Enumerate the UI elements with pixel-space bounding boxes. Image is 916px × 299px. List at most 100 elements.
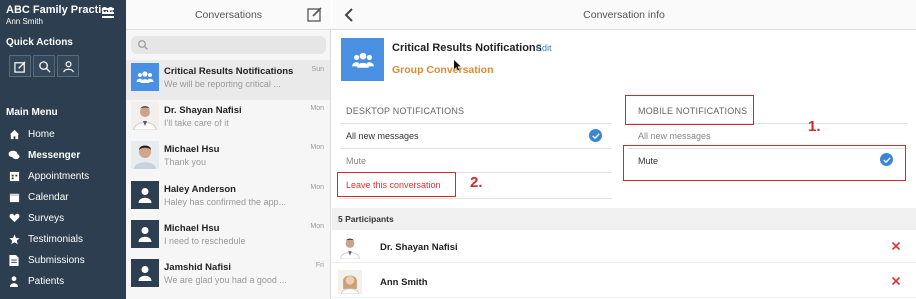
close-icon xyxy=(891,241,901,251)
star-icon xyxy=(8,233,20,245)
document-icon xyxy=(8,254,20,266)
conversation-name: Dr. Shayan Nafisi xyxy=(164,105,242,116)
divider xyxy=(340,123,612,124)
checkmark-icon xyxy=(589,129,602,142)
menu-item-label: Messenger xyxy=(28,149,81,161)
person-icon xyxy=(131,220,159,248)
participants-header: 5 Participants xyxy=(332,208,916,230)
conversation-preview: We will be reporting critical ... xyxy=(164,79,281,89)
group-avatar-icon xyxy=(341,38,384,81)
mobile-all-messages-option[interactable]: All new messages xyxy=(638,131,711,141)
menu-item-appointments[interactable]: Appointments xyxy=(8,166,89,186)
conversation-preview: Haley has confirmed the app... xyxy=(164,197,287,207)
conversation-time: Mon xyxy=(310,144,324,151)
menu-item-calendar[interactable]: Calendar xyxy=(8,187,69,207)
participant-name: Dr. Shayan Nafisi xyxy=(380,242,458,253)
conversation-name: Jamshid Nafisi xyxy=(164,262,232,273)
conversation-preview: I'll take care of it xyxy=(164,118,229,128)
conversation-info-header: Conversation info xyxy=(332,0,916,30)
compose-icon xyxy=(307,7,322,22)
conversations-header: Conversations xyxy=(126,0,331,30)
conversation-item[interactable]: Michael Hsu Thank you Mon xyxy=(126,138,330,178)
menu-item-messenger[interactable]: Messenger xyxy=(8,145,80,165)
hamburger-menu-icon[interactable] xyxy=(102,8,114,18)
menu-item-label: Patients xyxy=(28,275,65,287)
home-icon xyxy=(8,128,20,140)
chat-icon xyxy=(8,149,20,161)
desktop-notifications-heading: DESKTOP NOTIFICATIONS xyxy=(346,106,465,116)
group-avatar-icon xyxy=(131,63,159,91)
quick-actions-title: Quick Actions xyxy=(6,37,73,48)
menu-item-label: Calendar xyxy=(28,191,69,203)
conversation-preview: I need to reschedule xyxy=(164,236,246,246)
conversation-item[interactable]: Dr. Shayan Nafisi I'll take care of it M… xyxy=(126,99,330,139)
avatar xyxy=(338,270,362,294)
conversation-search-input[interactable] xyxy=(131,36,326,54)
person-icon xyxy=(131,181,159,209)
menu-item-label: Surveys xyxy=(28,212,65,224)
menu-item-label: Appointments xyxy=(28,170,90,182)
mouse-cursor-icon xyxy=(454,60,461,71)
menu-item-testimonials[interactable]: Testimonials xyxy=(8,229,83,249)
conversation-time: Mon xyxy=(310,105,324,112)
edit-group-link[interactable]: Edit xyxy=(536,43,552,53)
menu-item-label: Home xyxy=(28,128,55,140)
brand-user: Ann Smith xyxy=(6,17,43,26)
participant-row[interactable]: Ann Smith xyxy=(332,267,916,298)
close-icon xyxy=(891,276,901,286)
participant-name: Ann Smith xyxy=(380,277,428,288)
conversation-item[interactable]: Michael Hsu I need to reschedule Mon xyxy=(126,217,330,257)
menu-item-surveys[interactable]: Surveys xyxy=(8,208,64,228)
person-icon xyxy=(8,275,20,287)
menu-item-label: Submissions xyxy=(28,254,85,266)
brand: ABC Family Practice Ann Smith xyxy=(6,4,114,27)
mobile-mute-highlight xyxy=(623,145,906,181)
quick-compose-button[interactable] xyxy=(9,55,31,77)
participant-row[interactable]: Dr. Shayan Nafisi xyxy=(332,232,916,263)
main-menu-title: Main Menu xyxy=(6,107,58,118)
conversation-info-title: Conversation info xyxy=(583,9,665,21)
group-type-label: Group Conversation xyxy=(392,64,494,76)
conversation-name: Critical Results Notifications xyxy=(164,66,294,77)
brand-title: ABC Family Practice xyxy=(6,4,114,16)
mobile-heading-highlight xyxy=(625,95,754,125)
menu-item-home[interactable]: Home xyxy=(8,124,55,144)
divider xyxy=(340,198,612,199)
conversation-item[interactable]: Haley Anderson Haley has confirmed the a… xyxy=(126,178,330,218)
avatar xyxy=(338,235,362,259)
remove-participant-button[interactable] xyxy=(891,276,901,286)
menu-item-submissions[interactable]: Submissions xyxy=(8,250,85,270)
quick-search-button[interactable] xyxy=(33,55,55,77)
compose-icon xyxy=(13,60,26,73)
conversation-name: Haley Anderson xyxy=(164,184,236,195)
calendar-icon xyxy=(8,191,20,203)
conversation-time: Fri xyxy=(315,262,324,269)
new-conversation-button[interactable] xyxy=(307,6,323,22)
contact-icon xyxy=(62,60,74,72)
conversations-title: Conversations xyxy=(194,9,263,21)
heart-icon xyxy=(8,212,20,224)
remove-participant-button[interactable] xyxy=(891,241,901,251)
menu-item-patients[interactable]: Patients xyxy=(8,271,64,291)
search-icon xyxy=(138,40,148,50)
app-sidebar: ABC Family Practice Ann Smith Quick Acti… xyxy=(0,0,126,299)
conversation-time: Sun xyxy=(311,66,324,73)
avatar xyxy=(131,141,159,169)
conversation-time: Mon xyxy=(310,184,324,191)
conversation-preview: We are glad you had a good ... xyxy=(164,275,287,285)
desktop-mute-option[interactable]: Mute xyxy=(346,156,366,166)
conversation-info-panel: Conversation info Critical Results Notif… xyxy=(332,0,916,299)
conversation-item[interactable]: Critical Results Notifications We will b… xyxy=(126,60,330,100)
conversation-time: Mon xyxy=(310,223,324,230)
person-icon xyxy=(131,259,159,287)
desktop-all-messages-option[interactable]: All new messages xyxy=(346,131,419,141)
conversation-item[interactable]: Jamshid Nafisi We are glad you had a goo… xyxy=(126,256,330,296)
menu-item-label: Testimonials xyxy=(28,233,84,245)
search-icon xyxy=(38,60,51,73)
conversation-preview: Thank you xyxy=(164,157,207,167)
group-name: Critical Results Notifications xyxy=(392,42,542,54)
annotation-2: 2. xyxy=(470,174,483,191)
quick-contact-button[interactable] xyxy=(57,55,79,77)
conversations-panel: Conversations Critical Results Notificat… xyxy=(126,0,331,299)
divider xyxy=(340,148,612,149)
